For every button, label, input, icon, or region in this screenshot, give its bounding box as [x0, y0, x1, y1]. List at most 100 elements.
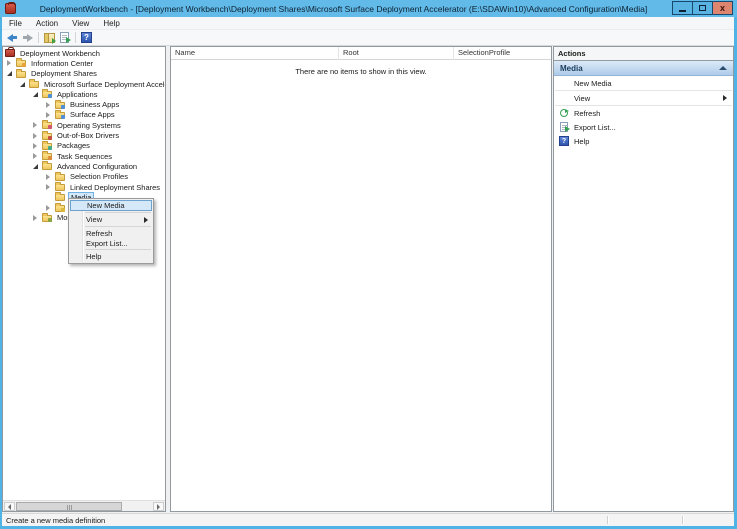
tree: Deployment Workbench Information Center …: [3, 47, 165, 223]
context-menu-help[interactable]: Help: [69, 251, 153, 262]
collapse-arrow-icon[interactable]: [20, 82, 29, 87]
tree-node-label: Information Center: [29, 59, 95, 68]
tree-node-label: Advanced Configuration: [55, 162, 139, 171]
expand-arrow-icon[interactable]: [46, 184, 55, 190]
folder-icon: [55, 194, 65, 201]
tree-node-label: Selection Profiles: [68, 172, 130, 181]
forward-button[interactable]: [20, 31, 35, 45]
tree-node-label: Deployment Shares: [29, 69, 99, 78]
menu-view[interactable]: View: [65, 17, 96, 30]
export-list-button[interactable]: [57, 31, 72, 45]
menu-help[interactable]: Help: [96, 17, 126, 30]
folder-icon: [42, 91, 52, 98]
context-menu-export-list[interactable]: Export List...: [69, 238, 153, 248]
folder-icon: [55, 184, 65, 191]
list-header: Name Root SelectionProfile: [171, 47, 551, 60]
expand-arrow-icon[interactable]: [33, 143, 42, 149]
refresh-icon: [560, 109, 568, 117]
menu-file[interactable]: File: [2, 17, 29, 30]
help-button[interactable]: ?: [79, 31, 94, 45]
tree-node-deployment-shares[interactable]: Deployment Shares: [3, 69, 165, 79]
tree-node-surface-apps[interactable]: Surface Apps: [3, 110, 165, 120]
maximize-button[interactable]: [692, 1, 713, 15]
status-bar: Create a new media definition: [2, 513, 734, 526]
tree-node-task-sequences[interactable]: Task Sequences: [3, 151, 165, 161]
action-export-list[interactable]: Export List...: [554, 120, 733, 134]
tree-node-label: Operating Systems: [55, 121, 123, 130]
tree-node-deployment-workbench[interactable]: Deployment Workbench: [3, 48, 165, 58]
tree-node-label: Surface Apps: [68, 110, 117, 119]
app-icon: [5, 3, 16, 14]
context-menu-refresh[interactable]: Refresh: [69, 228, 153, 238]
expand-arrow-icon[interactable]: [33, 122, 42, 128]
menu-action[interactable]: Action: [29, 17, 65, 30]
tree-node-selection-profiles[interactable]: Selection Profiles: [3, 172, 165, 182]
scroll-right-button[interactable]: [153, 502, 164, 511]
back-button[interactable]: [5, 31, 20, 45]
horizontal-scrollbar[interactable]: [3, 500, 165, 511]
tree-node-packages[interactable]: Packages: [3, 141, 165, 151]
scroll-left-button[interactable]: [4, 502, 15, 511]
title-bar[interactable]: DeploymentWorkbench - [Deployment Workbe…: [0, 0, 737, 17]
minimize-icon: [679, 10, 686, 12]
show-hide-console-tree-icon: [44, 33, 55, 43]
expand-arrow-icon[interactable]: [46, 174, 55, 180]
folder-icon: [42, 143, 52, 150]
toolbar-separator: [75, 32, 76, 43]
workbench-icon: [5, 49, 15, 57]
tree-node-linked-deployment-shares[interactable]: Linked Deployment Shares: [3, 182, 165, 192]
folder-icon: [42, 163, 52, 170]
menu-bar: File Action View Help: [2, 17, 734, 30]
expand-arrow-icon[interactable]: [46, 102, 55, 108]
folder-icon: [29, 81, 39, 88]
maximize-icon: [699, 5, 706, 11]
close-button[interactable]: x: [712, 1, 733, 15]
expand-arrow-icon[interactable]: [7, 60, 16, 66]
collapse-arrow-icon[interactable]: [7, 71, 16, 76]
tree-node-label: Business Apps: [68, 100, 121, 109]
actions-section-media[interactable]: Media: [554, 61, 733, 76]
forward-arrow-icon: [22, 34, 33, 42]
empty-list-message: There are no items to show in this view.: [171, 67, 551, 76]
status-separator: [682, 516, 683, 524]
folder-icon: [16, 60, 26, 67]
context-menu-new-media[interactable]: New Media: [70, 200, 152, 211]
context-menu-view[interactable]: View: [69, 214, 153, 225]
action-new-media[interactable]: New Media: [554, 76, 733, 90]
tree-node-label: Linked Deployment Shares: [68, 183, 162, 192]
show-hide-console-tree-button[interactable]: [42, 31, 57, 45]
column-header-name[interactable]: Name: [171, 47, 339, 60]
tree-node-surface-deployment-accelerator[interactable]: Microsoft Surface Deployment Accelerato: [3, 79, 165, 89]
tree-node-business-apps[interactable]: Business Apps: [3, 99, 165, 109]
action-help[interactable]: ? Help: [554, 134, 733, 148]
expand-arrow-icon[interactable]: [33, 153, 42, 159]
window-controls: x: [673, 1, 733, 15]
expand-arrow-icon[interactable]: [46, 112, 55, 118]
expand-arrow-icon[interactable]: [46, 205, 55, 211]
column-header-root[interactable]: Root: [339, 47, 454, 60]
action-refresh[interactable]: Refresh: [554, 106, 733, 120]
tree-node-information-center[interactable]: Information Center: [3, 58, 165, 68]
context-menu: New Media View Refresh Export List... He…: [68, 198, 154, 264]
tree-node-out-of-box-drivers[interactable]: Out-of-Box Drivers: [3, 130, 165, 140]
tree-node-advanced-configuration[interactable]: Advanced Configuration: [3, 161, 165, 171]
collapse-arrow-icon[interactable]: [33, 164, 42, 169]
work-area: Deployment Workbench Information Center …: [2, 46, 734, 513]
window-title: DeploymentWorkbench - [Deployment Workbe…: [0, 4, 737, 14]
tree-node-label: Packages: [55, 141, 92, 150]
tree-node-operating-systems[interactable]: Operating Systems: [3, 120, 165, 130]
tree-node-applications[interactable]: Applications: [3, 89, 165, 99]
actions-section-label: Media: [560, 64, 719, 73]
scrollbar-thumb[interactable]: [16, 502, 122, 511]
action-view[interactable]: View: [554, 91, 733, 105]
collapse-arrow-icon[interactable]: [33, 92, 42, 97]
close-icon: x: [720, 4, 725, 13]
tree-node-label: Task Sequences: [55, 152, 114, 161]
column-header-selectionprofile[interactable]: SelectionProfile: [454, 47, 551, 60]
expand-arrow-icon[interactable]: [33, 215, 42, 221]
folder-icon: [55, 174, 65, 181]
expand-arrow-icon[interactable]: [33, 133, 42, 139]
folder-icon: [42, 133, 52, 140]
collapse-section-icon[interactable]: [719, 66, 727, 70]
minimize-button[interactable]: [672, 1, 693, 15]
